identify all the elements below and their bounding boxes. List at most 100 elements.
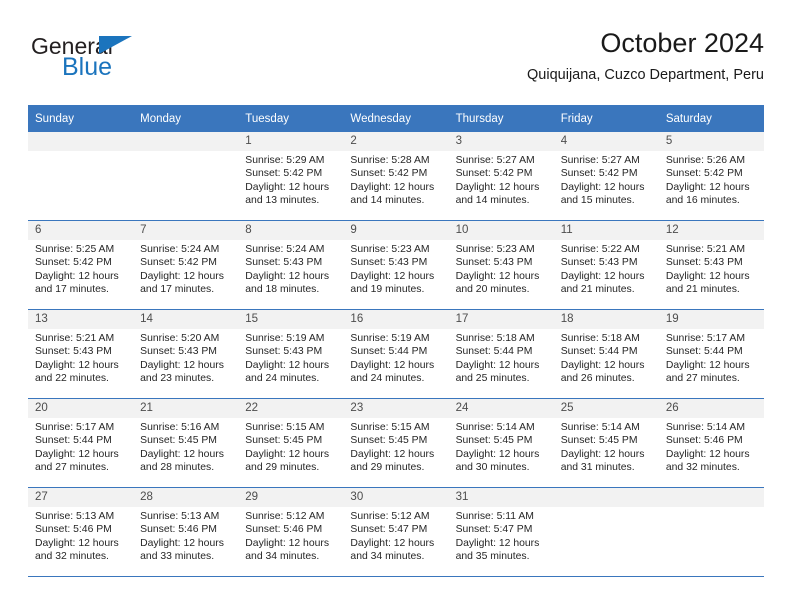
- daylight-text: Daylight: 12 hours and 22 minutes.: [35, 359, 119, 384]
- day-details: Sunrise: 5:14 AM Sunset: 5:45 PM Daylight:…: [449, 418, 554, 474]
- sunrise-text: Sunrise: 5:13 AM: [35, 511, 115, 522]
- calendar-day-cell[interactable]: 16 Sunrise: 5:19 AM Sunset: 5:44 PM Dayligh…: [343, 309, 449, 399]
- sunset-text: Sunset: 5:43 PM: [140, 346, 217, 358]
- calendar-day-cell[interactable]: 15 Sunrise: 5:19 AM Sunset: 5:43 PM Dayligh…: [238, 309, 344, 399]
- day-details: Sunrise: 5:19 AM Sunset: 5:44 PM Daylight:…: [343, 329, 448, 385]
- calendar-day-cell[interactable]: 3 Sunrise: 5:27 AM Sunset: 5:42 PM Daylight…: [448, 132, 554, 221]
- sunrise-text: Sunrise: 5:28 AM: [350, 155, 430, 166]
- flag-triangle-icon: [99, 36, 132, 54]
- daylight-text: Daylight: 12 hours and 24 minutes.: [245, 359, 330, 384]
- calendar-day-cell[interactable]: 28 Sunrise: 5:13 AM Sunset: 5:46 PM Dayligh…: [133, 487, 239, 577]
- daylight-text: Daylight: 12 hours and 27 minutes.: [665, 359, 750, 384]
- daylight-text: Daylight: 12 hours and 24 minutes.: [350, 359, 435, 384]
- day-details: Sunrise: 5:18 AM Sunset: 5:44 PM Daylight:…: [449, 329, 554, 385]
- calendar-day-cell[interactable]: 17 Sunrise: 5:18 AM Sunset: 5:44 PM Dayligh…: [448, 309, 554, 399]
- calendar-day-cell[interactable]: 7 Sunrise: 5:24 AM Sunset: 5:42 PM Daylight…: [133, 220, 239, 310]
- calendar-day-cell[interactable]: 1 Sunrise: 5:29 AM Sunset: 5:42 PM Daylight…: [238, 132, 344, 221]
- day-details: Sunrise: 5:27 AM Sunset: 5:42 PM Daylight:…: [449, 151, 554, 207]
- day-details: Sunrise: 5:12 AM Sunset: 5:47 PM Daylight:…: [343, 507, 448, 563]
- sunset-text: Sunset: 5:45 PM: [245, 435, 323, 447]
- sunset-text: Sunset: 5:42 PM: [455, 168, 533, 180]
- sunrise-text: Sunrise: 5:12 AM: [350, 511, 430, 522]
- day-details: Sunrise: 5:17 AM Sunset: 5:44 PM Daylight:…: [28, 418, 133, 474]
- sunset-text: Sunset: 5:45 PM: [455, 435, 533, 447]
- calendar-day-cell[interactable]: 30 Sunrise: 5:12 AM Sunset: 5:47 PM Dayligh…: [343, 487, 449, 577]
- calendar-day-cell[interactable]: 21 Sunrise: 5:16 AM Sunset: 5:45 PM Dayligh…: [133, 398, 239, 488]
- daylight-text: Daylight: 12 hours and 28 minutes.: [140, 448, 224, 473]
- calendar-day-cell[interactable]: 13 Sunrise: 5:21 AM Sunset: 5:43 PM Dayligh…: [28, 309, 134, 399]
- calendar-day-cell-empty: [658, 487, 764, 577]
- calendar-day-cell[interactable]: 24 Sunrise: 5:14 AM Sunset: 5:45 PM Dayligh…: [448, 398, 554, 488]
- day-number: 30: [343, 488, 449, 507]
- calendar-day-cell-empty: [133, 132, 239, 221]
- daylight-text: Daylight: 12 hours and 21 minutes.: [560, 270, 645, 295]
- calendar-day-cell-empty: [28, 132, 134, 221]
- day-number: 28: [133, 488, 239, 507]
- daylight-text: Daylight: 12 hours and 30 minutes.: [455, 448, 540, 473]
- calendar-day-cell[interactable]: 22 Sunrise: 5:15 AM Sunset: 5:45 PM Dayligh…: [238, 398, 344, 488]
- daylight-text: Daylight: 12 hours and 14 minutes.: [350, 181, 435, 206]
- sunset-text: Sunset: 5:46 PM: [35, 524, 112, 536]
- sunset-text: Sunset: 5:43 PM: [35, 346, 112, 358]
- page-subtitle: Quiquijana, Cuzco Department, Peru: [527, 67, 764, 83]
- day-details: Sunrise: 5:14 AM Sunset: 5:46 PM Daylight:…: [659, 418, 764, 474]
- weekday-header-friday: Friday: [553, 105, 659, 132]
- calendar-day-cell[interactable]: 29 Sunrise: 5:12 AM Sunset: 5:46 PM Dayligh…: [238, 487, 344, 577]
- calendar-day-cell[interactable]: 5 Sunrise: 5:26 AM Sunset: 5:42 PM Daylight…: [658, 132, 764, 221]
- calendar-day-cell[interactable]: 8 Sunrise: 5:24 AM Sunset: 5:43 PM Daylight…: [238, 220, 344, 310]
- day-details: Sunrise: 5:28 AM Sunset: 5:42 PM Daylight:…: [343, 151, 448, 207]
- daylight-text: Daylight: 12 hours and 27 minutes.: [35, 448, 119, 473]
- sunrise-text: Sunrise: 5:29 AM: [245, 155, 325, 166]
- daylight-text: Daylight: 12 hours and 29 minutes.: [245, 448, 330, 473]
- daylight-text: Daylight: 12 hours and 33 minutes.: [140, 537, 224, 562]
- calendar-day-cell-empty: [553, 487, 659, 577]
- calendar-day-cell[interactable]: 2 Sunrise: 5:28 AM Sunset: 5:42 PM Daylight…: [343, 132, 449, 221]
- calendar-day-cell[interactable]: 4 Sunrise: 5:27 AM Sunset: 5:42 PM Daylight…: [553, 132, 659, 221]
- day-details: Sunrise: 5:12 AM Sunset: 5:46 PM Daylight:…: [238, 507, 343, 563]
- day-number: 15: [238, 310, 344, 329]
- calendar-day-cell[interactable]: 19 Sunrise: 5:17 AM Sunset: 5:44 PM Dayligh…: [658, 309, 764, 399]
- daylight-text: Daylight: 12 hours and 13 minutes.: [245, 181, 330, 206]
- calendar-day-cell[interactable]: 11 Sunrise: 5:22 AM Sunset: 5:43 PM Dayligh…: [553, 220, 659, 310]
- daylight-text: Daylight: 12 hours and 16 minutes.: [665, 181, 750, 206]
- calendar-day-cell[interactable]: 12 Sunrise: 5:21 AM Sunset: 5:43 PM Dayligh…: [658, 220, 764, 310]
- day-details: Sunrise: 5:23 AM Sunset: 5:43 PM Daylight:…: [343, 240, 448, 296]
- day-details: Sunrise: 5:22 AM Sunset: 5:43 PM Daylight:…: [554, 240, 659, 296]
- calendar-day-cell[interactable]: 6 Sunrise: 5:25 AM Sunset: 5:42 PM Daylight…: [28, 220, 134, 310]
- day-number: 3: [448, 132, 554, 151]
- sunrise-text: Sunrise: 5:22 AM: [560, 244, 640, 255]
- calendar-day-cell[interactable]: 20 Sunrise: 5:17 AM Sunset: 5:44 PM Dayligh…: [28, 398, 134, 488]
- sunrise-text: Sunrise: 5:24 AM: [140, 244, 220, 255]
- sunrise-text: Sunrise: 5:23 AM: [455, 244, 535, 255]
- calendar-day-cell[interactable]: 10 Sunrise: 5:23 AM Sunset: 5:43 PM Dayligh…: [448, 220, 554, 310]
- calendar-day-cell[interactable]: 31 Sunrise: 5:11 AM Sunset: 5:47 PM Dayligh…: [448, 487, 554, 577]
- sunrise-text: Sunrise: 5:13 AM: [140, 511, 220, 522]
- page-title: October 2024: [600, 28, 764, 58]
- sunset-text: Sunset: 5:42 PM: [560, 168, 638, 180]
- calendar-body: 1 Sunrise: 5:29 AM Sunset: 5:42 PM Daylight…: [28, 132, 764, 577]
- calendar-day-cell[interactable]: 18 Sunrise: 5:18 AM Sunset: 5:44 PM Dayligh…: [553, 309, 659, 399]
- calendar-day-cell[interactable]: 25 Sunrise: 5:14 AM Sunset: 5:45 PM Dayligh…: [553, 398, 659, 488]
- calendar-day-cell[interactable]: 14 Sunrise: 5:20 AM Sunset: 5:43 PM Dayligh…: [133, 309, 239, 399]
- general-blue-logo: General Blue: [31, 33, 231, 85]
- sunset-text: Sunset: 5:47 PM: [455, 524, 533, 536]
- calendar-day-cell[interactable]: 27 Sunrise: 5:13 AM Sunset: 5:46 PM Dayligh…: [28, 487, 134, 577]
- calendar-week-row: 27 Sunrise: 5:13 AM Sunset: 5:46 PM Dayligh…: [28, 487, 764, 577]
- sunset-text: Sunset: 5:43 PM: [665, 257, 743, 269]
- title-block: October 2024 Quiquijana, Cuzco Departmen…: [527, 26, 764, 86]
- day-details: Sunrise: 5:13 AM Sunset: 5:46 PM Daylight:…: [133, 507, 238, 563]
- calendar-day-cell[interactable]: 9 Sunrise: 5:23 AM Sunset: 5:43 PM Daylight…: [343, 220, 449, 310]
- sunrise-text: Sunrise: 5:14 AM: [560, 422, 640, 433]
- day-details: Sunrise: 5:17 AM Sunset: 5:44 PM Daylight:…: [659, 329, 764, 385]
- day-details: Sunrise: 5:14 AM Sunset: 5:45 PM Daylight:…: [554, 418, 659, 474]
- daylight-text: Daylight: 12 hours and 17 minutes.: [35, 270, 119, 295]
- calendar-day-cell[interactable]: 26 Sunrise: 5:14 AM Sunset: 5:46 PM Dayligh…: [658, 398, 764, 488]
- logo-text-blue: Blue: [62, 53, 113, 81]
- day-details: Sunrise: 5:21 AM Sunset: 5:43 PM Daylight:…: [28, 329, 133, 385]
- day-number: [553, 488, 659, 507]
- day-number: [28, 132, 134, 151]
- calendar-week-row: 1 Sunrise: 5:29 AM Sunset: 5:42 PM Daylight…: [28, 132, 764, 221]
- daylight-text: Daylight: 12 hours and 15 minutes.: [560, 181, 645, 206]
- sunset-text: Sunset: 5:42 PM: [140, 257, 217, 269]
- calendar-day-cell[interactable]: 23 Sunrise: 5:15 AM Sunset: 5:45 PM Dayligh…: [343, 398, 449, 488]
